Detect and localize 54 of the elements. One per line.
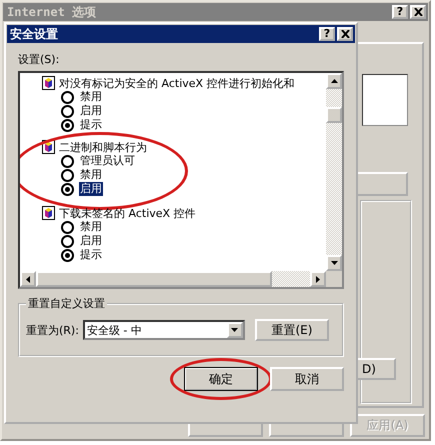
scroll-up-button[interactable] — [326, 73, 342, 89]
down-arrow-icon — [330, 261, 338, 265]
left-arrow-icon — [26, 276, 30, 282]
setting-title[interactable]: 二进制和脚本行为 — [59, 140, 147, 154]
option-label[interactable]: 禁用 — [79, 90, 103, 104]
radio-button[interactable] — [61, 220, 74, 234]
radio-button[interactable] — [61, 234, 74, 248]
radio-button[interactable] — [61, 168, 74, 182]
option-label[interactable]: 提示 — [79, 248, 103, 262]
help-button[interactable]: ? — [392, 5, 408, 19]
dialog-title: 安全设置 — [10, 26, 58, 42]
radio-button[interactable] — [61, 104, 74, 118]
help-button[interactable]: ? — [319, 27, 335, 41]
settings-list[interactable]: 对没有标记为安全的 ActiveX 控件进行初始化和 禁用 启用 提示 二进制和脚本行为 管理员认可 禁用 启用 下载未签名的 ActiveX 控件 禁用 启用 提示 — [18, 71, 344, 289]
close-button[interactable] — [337, 27, 353, 41]
close-icon — [340, 30, 350, 38]
up-arrow-icon — [330, 79, 338, 83]
scrollbar-corner — [326, 271, 342, 287]
option-label[interactable]: 启用 — [79, 182, 103, 196]
zone-list — [362, 74, 408, 126]
radio-button[interactable] — [61, 118, 74, 132]
group-title: 重置自定义设置 — [26, 296, 107, 311]
option-label[interactable]: 启用 — [79, 104, 103, 118]
scroll-right-button[interactable] — [310, 271, 326, 287]
reset-label: 重置为(R): — [26, 322, 79, 338]
radio-button[interactable] — [61, 248, 74, 262]
setting-icon — [42, 76, 55, 90]
dropdown-arrow-icon — [231, 328, 238, 332]
option-label[interactable]: 启用 — [79, 234, 103, 248]
setting-icon — [42, 206, 55, 220]
option-label[interactable]: 提示 — [79, 118, 103, 132]
close-icon — [414, 8, 422, 16]
cancel-button[interactable]: 取消 — [270, 367, 344, 391]
option-label[interactable]: 禁用 — [79, 220, 103, 234]
horizontal-scrollbar[interactable] — [20, 271, 342, 287]
ok-button[interactable]: 确定 — [184, 367, 258, 391]
radio-button[interactable] — [61, 90, 74, 104]
vertical-scrollbar[interactable] — [326, 73, 342, 271]
settings-label: 设置(S): — [18, 52, 60, 67]
scroll-thumb[interactable] — [326, 107, 342, 123]
close-button[interactable] — [410, 5, 426, 19]
radio-button[interactable] — [61, 154, 74, 168]
setting-title[interactable]: 对没有标记为安全的 ActiveX 控件进行初始化和 — [59, 76, 295, 90]
scroll-down-button[interactable] — [326, 255, 342, 271]
radio-button[interactable] — [61, 182, 74, 196]
scroll-thumb[interactable] — [36, 271, 272, 287]
window-title: Internet 选项 — [7, 4, 96, 20]
right-arrow-icon — [316, 276, 320, 282]
reset-button[interactable]: 重置(E) — [254, 319, 329, 341]
option-label[interactable]: 禁用 — [79, 168, 103, 182]
scroll-left-button[interactable] — [20, 271, 36, 287]
level-dropdown[interactable]: 安全级 - 中 — [82, 320, 245, 340]
setting-title[interactable]: 下载未签名的 ActiveX 控件 — [59, 206, 196, 220]
option-label[interactable]: 管理员认可 — [79, 154, 136, 168]
